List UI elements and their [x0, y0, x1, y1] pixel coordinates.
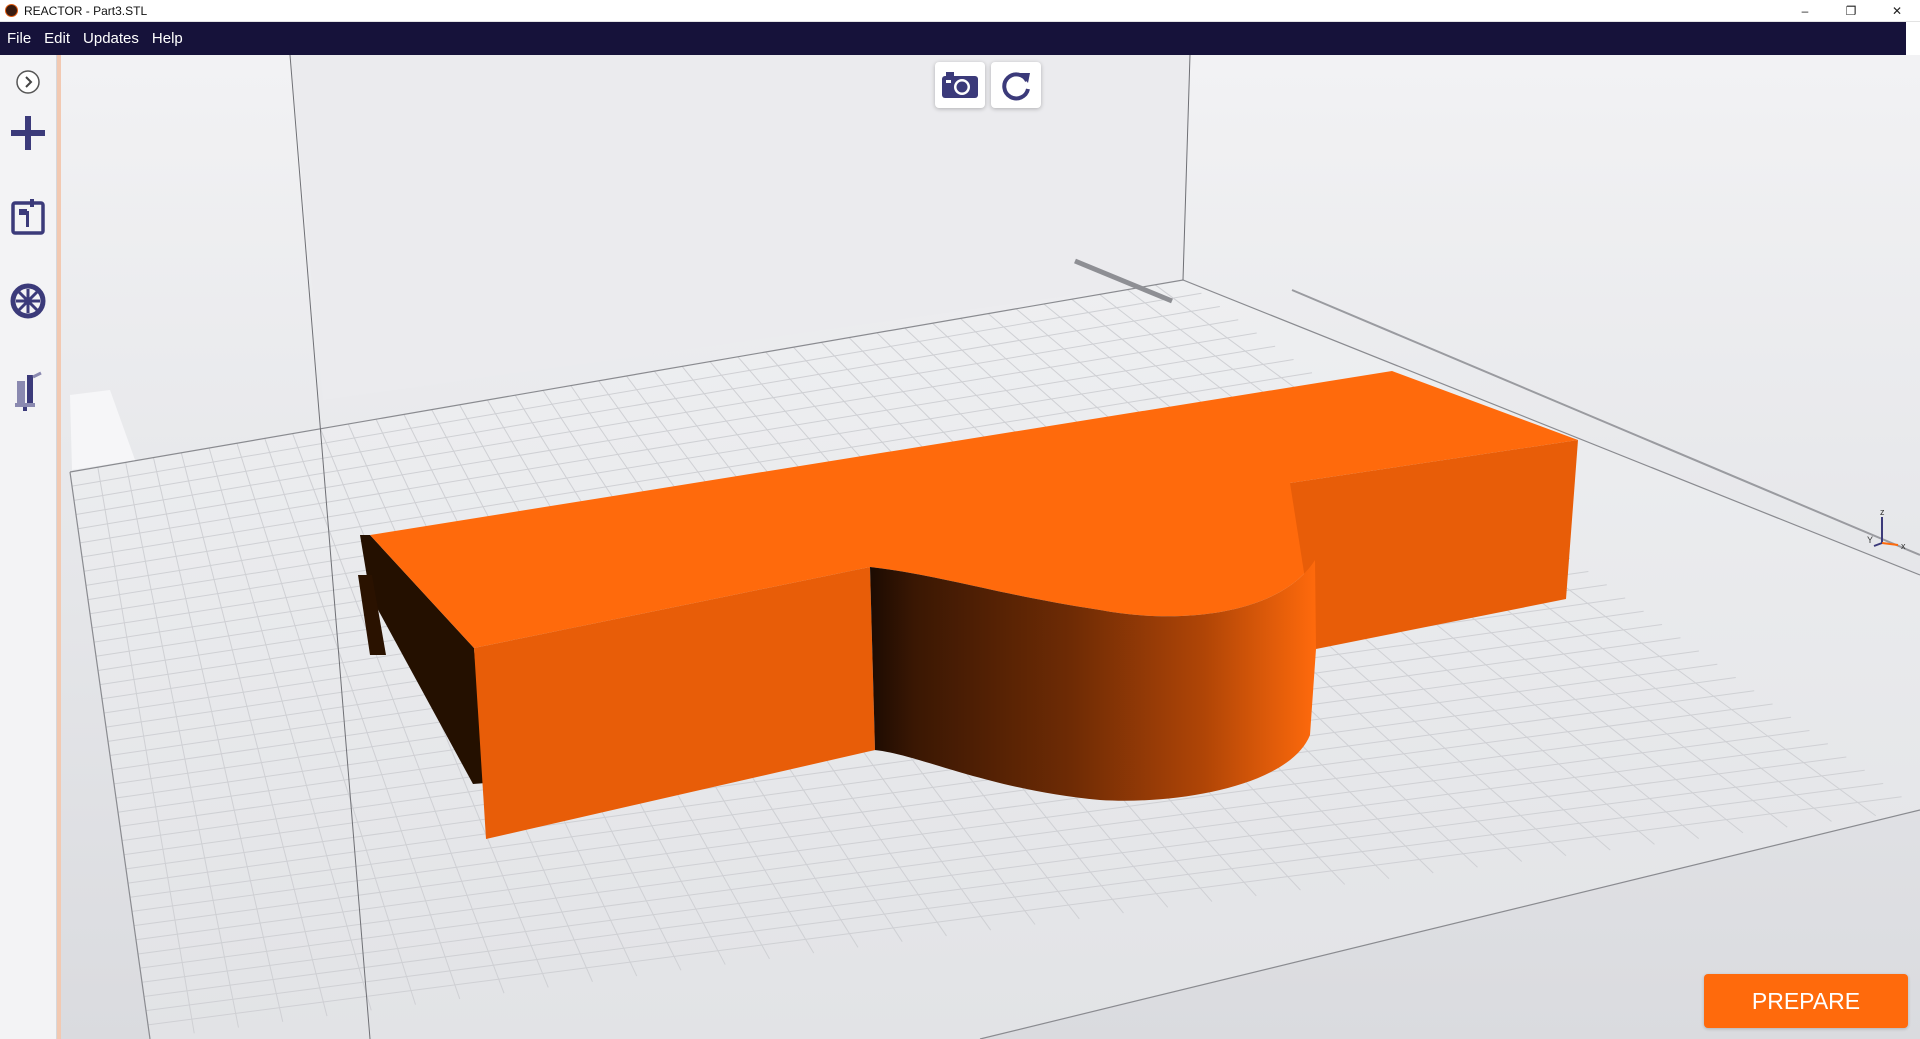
- axis-gizmo: z Y x: [1856, 505, 1916, 555]
- plus-icon: [11, 116, 45, 150]
- menu-bar-edge: [1906, 22, 1920, 55]
- camera-icon: [942, 72, 978, 98]
- printer-settings-button[interactable]: [6, 195, 50, 239]
- nozzle-icon: [15, 371, 42, 411]
- add-model-button[interactable]: [6, 111, 50, 155]
- axis-y-label: Y: [1867, 535, 1873, 545]
- window-title: REACTOR - Part3.STL: [24, 3, 148, 18]
- prepare-button[interactable]: PREPARE: [1704, 974, 1908, 1028]
- title-bar: REACTOR - Part3.STL – ❐ ✕: [0, 0, 1920, 22]
- minimize-button[interactable]: –: [1782, 0, 1828, 22]
- 3d-viewport[interactable]: [0, 55, 1920, 1039]
- scene-canvas[interactable]: [0, 55, 1920, 1039]
- axis-z-label: z: [1880, 507, 1885, 517]
- chevron-right-icon: [16, 70, 40, 94]
- tools-button[interactable]: [6, 369, 50, 413]
- axis-gizmo-icon: z Y x: [1867, 507, 1906, 551]
- menu-edit[interactable]: Edit: [37, 30, 76, 47]
- restore-button[interactable]: ❐: [1828, 0, 1874, 22]
- printer-icon: [11, 199, 45, 235]
- snapshot-button[interactable]: [935, 62, 985, 108]
- app-logo-icon: [5, 4, 18, 17]
- menu-help[interactable]: Help: [145, 30, 189, 47]
- material-settings-button[interactable]: [6, 279, 50, 323]
- sidebar-accent-strip: [57, 55, 61, 1039]
- menu-bar: File Edit Updates Help: [0, 22, 1906, 55]
- filament-spool-icon: [10, 283, 46, 319]
- expand-panel-button[interactable]: [6, 60, 50, 104]
- rotate-icon: [1002, 72, 1030, 101]
- left-toolbar: [0, 55, 57, 1039]
- window-controls: – ❐ ✕: [1782, 0, 1920, 22]
- axis-x-label: x: [1901, 541, 1906, 551]
- menu-updates[interactable]: Updates: [76, 30, 145, 47]
- close-button[interactable]: ✕: [1874, 0, 1920, 22]
- menu-file[interactable]: File: [0, 30, 37, 47]
- reset-view-button[interactable]: [991, 62, 1041, 108]
